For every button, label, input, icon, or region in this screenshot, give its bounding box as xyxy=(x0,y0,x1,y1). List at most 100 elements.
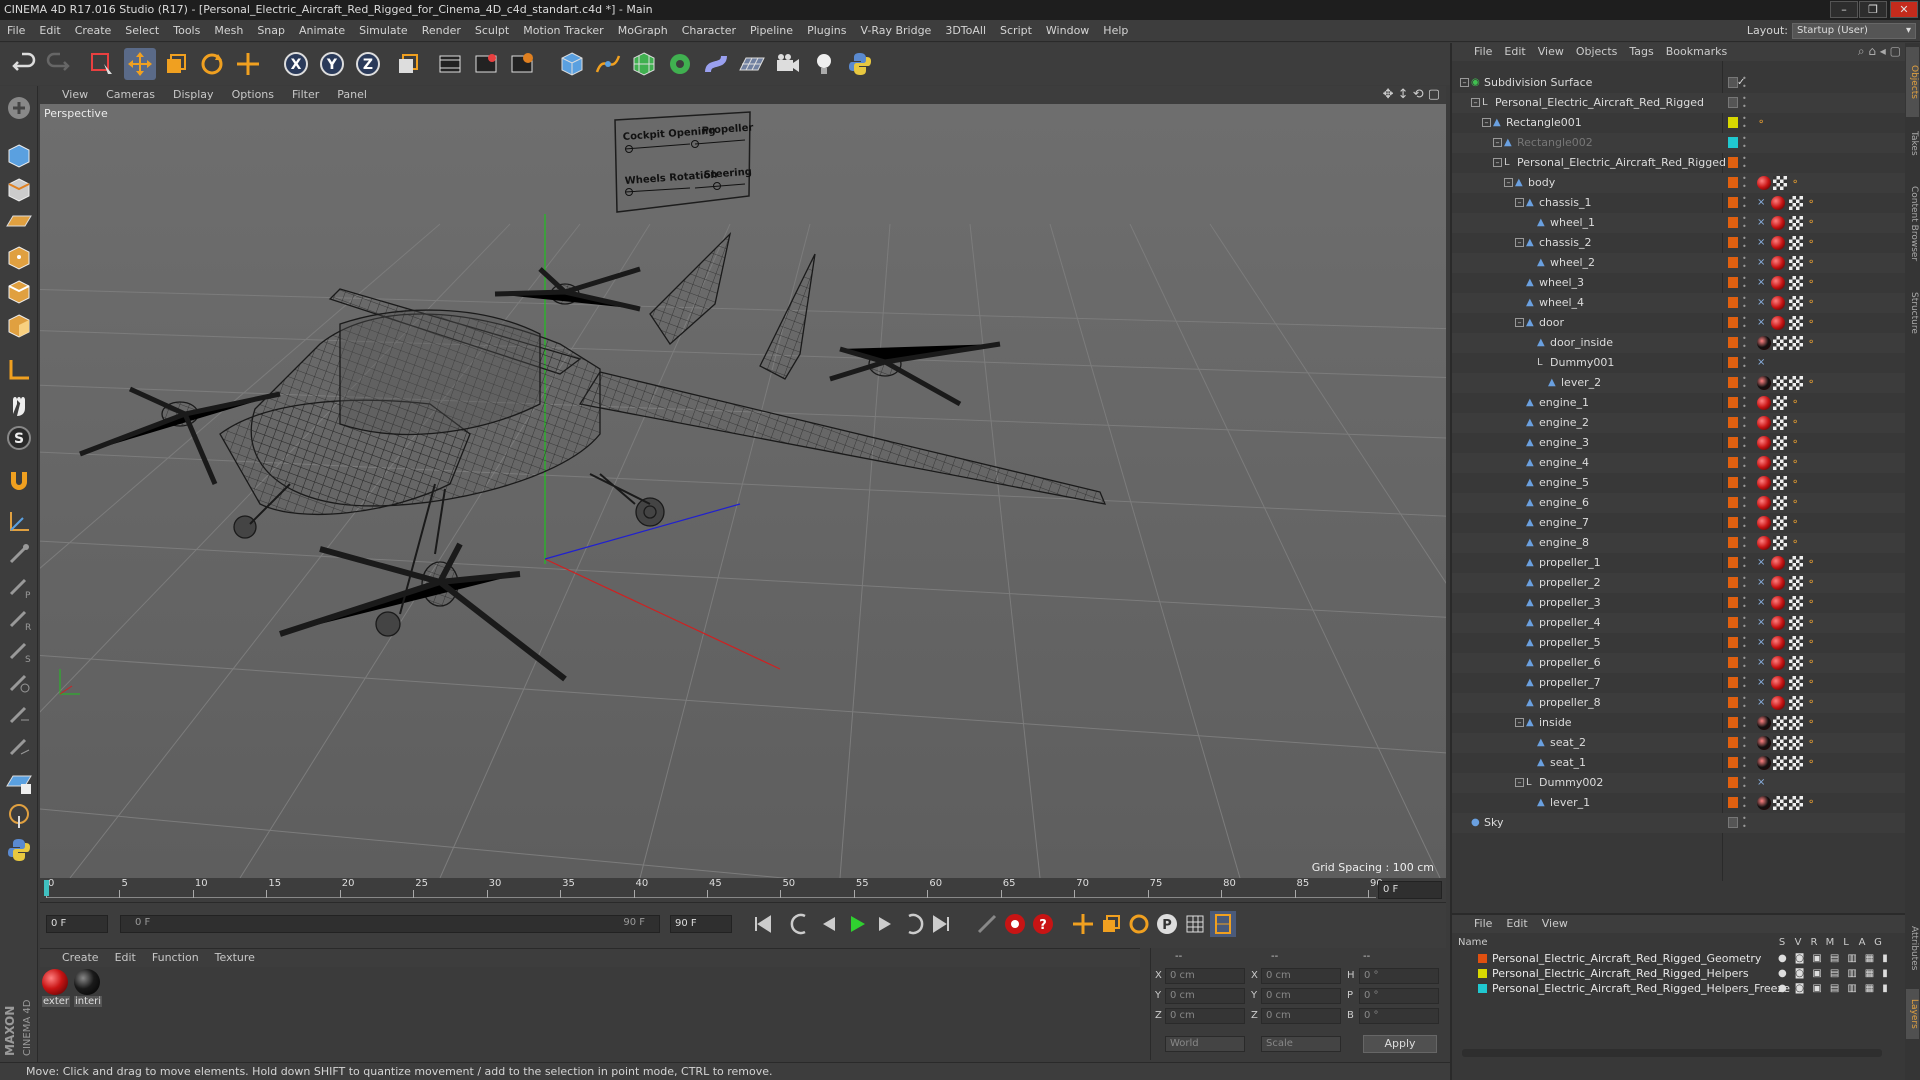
object-name[interactable]: body xyxy=(1528,173,1555,193)
uvw-tag-icon[interactable] xyxy=(1773,376,1787,390)
material-tag-icon[interactable] xyxy=(1771,676,1785,690)
object-name[interactable]: engine_8 xyxy=(1539,533,1589,553)
constraint-tag-icon[interactable]: ⨯ xyxy=(1757,277,1767,289)
material-tag-icon[interactable] xyxy=(1771,596,1785,610)
object-name[interactable]: Rectangle001 xyxy=(1506,113,1582,133)
subdivision-surface-icon[interactable] xyxy=(628,48,660,80)
object-row[interactable]: – ▲ chassis_2 • • ⨯ ⚬ xyxy=(1452,233,1907,253)
uvw-tag-icon[interactable] xyxy=(1789,636,1803,650)
object-row[interactable]: ▲ propeller_7 • • ⨯ ⚬ xyxy=(1452,673,1907,693)
rig-control-board[interactable]: Cockpit Opening Propeller Wheels Rotatio… xyxy=(614,111,754,213)
uvw-tag-icon[interactable] xyxy=(1789,336,1803,350)
object-name[interactable]: engine_2 xyxy=(1539,413,1589,433)
material-tag-icon[interactable] xyxy=(1757,796,1771,810)
object-row[interactable]: – L Personal_Electric_Aircraft_Red_Rigged •… xyxy=(1452,93,1907,113)
expand-toggle-icon[interactable]: – xyxy=(1460,78,1469,87)
visibility-dots-icon[interactable]: • • xyxy=(1742,475,1747,491)
edges-mode-icon[interactable] xyxy=(3,276,35,308)
coord-mode-dropdown[interactable]: Scale xyxy=(1261,1036,1341,1052)
magnet-icon[interactable] xyxy=(3,466,35,498)
layer-row[interactable]: Personal_Electric_Aircraft_Red_Rigged_He… xyxy=(1452,966,1907,981)
side-tab-structure[interactable]: Structure xyxy=(1906,283,1919,343)
uvw-tag-icon[interactable] xyxy=(1789,676,1803,690)
visibility-dots-icon[interactable]: • • xyxy=(1742,155,1747,171)
object-row[interactable]: ▲ wheel_4 • • ⨯ ⚬ xyxy=(1452,293,1907,313)
rotation-b-field[interactable]: 0 ° xyxy=(1359,1008,1439,1024)
visibility-dots-icon[interactable]: • • xyxy=(1742,775,1747,791)
object-name[interactable]: Sky xyxy=(1484,813,1503,833)
object-name[interactable]: engine_1 xyxy=(1539,393,1589,413)
position-y-field[interactable]: 0 cm xyxy=(1165,988,1245,1004)
object-row[interactable]: ▲ propeller_2 • • ⨯ ⚬ xyxy=(1452,573,1907,593)
size-z-field[interactable]: 0 cm xyxy=(1261,1008,1341,1024)
uvw-tag-icon[interactable] xyxy=(1773,436,1787,450)
object-row[interactable]: ▲ propeller_5 • • ⨯ ⚬ xyxy=(1452,633,1907,653)
visibility-dots-icon[interactable]: • • xyxy=(1742,535,1747,551)
menu-sculpt[interactable]: Sculpt xyxy=(468,20,516,42)
current-frame-field[interactable]: 0 F xyxy=(1378,881,1442,899)
material-tag-icon[interactable] xyxy=(1771,196,1785,210)
uvw-tag-icon[interactable] xyxy=(1789,736,1803,750)
layer-name[interactable]: Personal_Electric_Aircraft_Red_Rigged_Ge… xyxy=(1492,951,1761,966)
menu-render[interactable]: Render xyxy=(415,20,468,42)
scale-icon[interactable] xyxy=(160,48,192,80)
object-name[interactable]: propeller_3 xyxy=(1539,593,1601,613)
object-row[interactable]: ● Sky • • xyxy=(1452,813,1907,833)
object-row[interactable]: ▲ lever_1 • • ⚬ xyxy=(1452,793,1907,813)
python-script-icon[interactable] xyxy=(3,834,35,866)
object-name[interactable]: chassis_2 xyxy=(1539,233,1592,253)
object-row[interactable]: – L Personal_Electric_Aircraft_Red_Rigged •… xyxy=(1452,153,1907,173)
layer-color-swatch[interactable] xyxy=(1728,197,1738,208)
uvw-tag-icon[interactable] xyxy=(1789,796,1803,810)
visibility-dots-icon[interactable]: • • xyxy=(1742,795,1747,811)
uvw-tag-icon[interactable] xyxy=(1789,196,1803,210)
x-axis-lock-icon[interactable]: X xyxy=(280,48,312,80)
visibility-dots-icon[interactable]: • • xyxy=(1742,435,1747,451)
xpresso-tag-icon[interactable]: ⚬ xyxy=(1807,337,1817,349)
viewport-menu-view[interactable]: View xyxy=(40,86,97,104)
layer-color-swatch[interactable] xyxy=(1728,497,1738,508)
tweak-mode-icon[interactable] xyxy=(3,388,35,420)
object-row[interactable]: ▲ engine_4 • • ⚬ xyxy=(1452,453,1907,473)
xpresso-tag-icon[interactable]: ⚬ xyxy=(1807,257,1817,269)
layer-color-swatch[interactable] xyxy=(1728,417,1738,428)
side-tab-layers[interactable]: Layers xyxy=(1906,989,1919,1039)
visibility-dots-icon[interactable]: • • xyxy=(1742,275,1747,291)
visibility-dots-icon[interactable]: • • xyxy=(1742,495,1747,511)
side-tab-content-browser[interactable]: Content Browser xyxy=(1906,169,1919,279)
constraint-tag-icon[interactable]: ⨯ xyxy=(1757,677,1767,689)
constraint-tag-icon[interactable]: ⨯ xyxy=(1757,597,1767,609)
viewport-menu-filter[interactable]: Filter xyxy=(283,86,328,104)
uvw-tag-icon[interactable] xyxy=(1773,416,1787,430)
record-keys-icon[interactable] xyxy=(974,911,1000,937)
sculpt-grab-icon[interactable] xyxy=(3,698,35,730)
object-name[interactable]: propeller_4 xyxy=(1539,613,1601,633)
constraint-tag-icon[interactable]: ⨯ xyxy=(1757,357,1767,369)
visibility-dots-icon[interactable]: • • xyxy=(1742,355,1747,371)
object-name[interactable]: lever_2 xyxy=(1561,373,1601,393)
object-row[interactable]: ▲ door_inside • • ⚬ xyxy=(1452,333,1907,353)
layer-color-swatch[interactable] xyxy=(1728,697,1738,708)
expand-toggle-icon[interactable]: – xyxy=(1515,778,1524,787)
cloner-icon[interactable] xyxy=(664,48,696,80)
object-row[interactable]: ▲ engine_5 • • ⚬ xyxy=(1452,473,1907,493)
deformer-icon[interactable] xyxy=(700,48,732,80)
render-view-icon[interactable] xyxy=(434,48,466,80)
soft-selection-icon[interactable] xyxy=(3,800,35,832)
layer-color-swatch[interactable] xyxy=(1728,657,1738,668)
xpresso-tag-icon[interactable]: ⚬ xyxy=(1757,117,1767,129)
uvw-tag-icon[interactable] xyxy=(1789,556,1803,570)
record-active-icon[interactable] xyxy=(1002,911,1028,937)
layer-color-swatch[interactable] xyxy=(1728,237,1738,248)
layer-color-swatch[interactable] xyxy=(1478,984,1487,993)
constraint-tag-icon[interactable]: ⨯ xyxy=(1757,257,1767,269)
uvw-tag-icon[interactable] xyxy=(1773,396,1787,410)
object-name[interactable]: engine_7 xyxy=(1539,513,1589,533)
xpresso-tag-icon[interactable]: ⚬ xyxy=(1807,277,1817,289)
layer-color-swatch[interactable] xyxy=(1728,137,1738,148)
material-tag-icon[interactable] xyxy=(1757,336,1771,350)
uvw-tag-icon[interactable] xyxy=(1789,276,1803,290)
material-tag-icon[interactable] xyxy=(1757,436,1771,450)
expand-toggle-icon[interactable]: – xyxy=(1515,238,1524,247)
key-position-icon[interactable] xyxy=(1070,911,1096,937)
